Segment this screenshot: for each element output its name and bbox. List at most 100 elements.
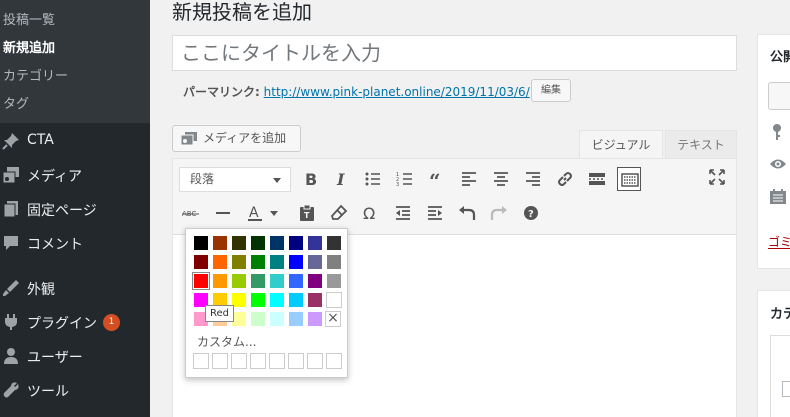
eraser-icon xyxy=(330,204,348,220)
tab-visual[interactable]: ビジュアル xyxy=(579,130,663,160)
insert-link-button[interactable] xyxy=(553,167,577,191)
toolbar-toggle-button[interactable] xyxy=(617,167,641,191)
custom-color-slot[interactable] xyxy=(307,353,323,369)
help-button[interactable]: ? xyxy=(519,201,543,225)
sidebar-item-label: コメント xyxy=(27,237,83,253)
publish-panel: 公開 ゴミ xyxy=(757,34,790,269)
color-swatch[interactable] xyxy=(212,273,228,289)
post-title-input[interactable]: ここにタイトルを入力 xyxy=(172,35,737,71)
color-swatch[interactable] xyxy=(231,273,247,289)
sidebar-item-pages[interactable]: 固定ページ xyxy=(0,192,150,226)
sidebar-item-cta[interactable]: CTA xyxy=(0,124,150,158)
color-swatch[interactable] xyxy=(307,292,323,308)
color-swatch[interactable] xyxy=(193,254,209,270)
align-right-icon xyxy=(526,172,540,186)
special-character-button[interactable]: Ω xyxy=(359,201,383,225)
sidebar-item-appearance[interactable]: 外観 xyxy=(0,271,150,305)
submenu-item-tags[interactable]: タグ xyxy=(3,93,29,112)
sidebar-item-tools[interactable]: ツール xyxy=(0,373,150,407)
color-swatch[interactable] xyxy=(307,273,323,289)
redo-button[interactable] xyxy=(487,201,511,225)
italic-icon: I xyxy=(336,170,345,188)
sidebar-item-plugins[interactable]: プラグイン 1 xyxy=(0,305,150,339)
color-swatch[interactable] xyxy=(307,235,323,251)
edit-permalink-button[interactable]: 編集 xyxy=(531,79,571,102)
color-swatch[interactable] xyxy=(250,235,266,251)
color-swatch[interactable] xyxy=(288,235,304,251)
color-swatch[interactable] xyxy=(212,254,228,270)
remove-color-button[interactable]: × xyxy=(325,311,341,327)
align-left-button[interactable] xyxy=(457,167,481,191)
add-media-label: メディアを追加 xyxy=(203,131,287,145)
color-swatch[interactable] xyxy=(307,254,323,270)
custom-color-slot[interactable] xyxy=(269,353,285,369)
custom-color-slot[interactable] xyxy=(250,353,266,369)
trash-link[interactable]: ゴミ xyxy=(768,235,790,249)
tab-text[interactable]: テキスト xyxy=(665,130,737,160)
italic-button[interactable]: I xyxy=(329,167,353,191)
color-swatch[interactable] xyxy=(231,254,247,270)
outdent-button[interactable] xyxy=(391,201,415,225)
numbered-list-button[interactable]: 123 xyxy=(393,167,417,191)
bold-button[interactable]: B xyxy=(298,167,322,191)
format-select[interactable]: 段落 xyxy=(179,167,291,192)
submenu-item-add-new[interactable]: 新規追加 xyxy=(3,37,55,56)
clear-formatting-button[interactable] xyxy=(327,201,351,225)
sidebar-item-label: 固定ページ xyxy=(27,203,97,219)
undo-button[interactable] xyxy=(455,201,479,225)
custom-color-slot[interactable] xyxy=(288,353,304,369)
sidebar-item-users[interactable]: ユーザー xyxy=(0,339,150,373)
color-swatch[interactable] xyxy=(288,273,304,289)
read-more-button[interactable] xyxy=(585,167,609,191)
text-color-dropdown[interactable] xyxy=(267,201,281,225)
align-right-button[interactable] xyxy=(521,167,545,191)
color-swatch[interactable] xyxy=(307,311,323,327)
submenu-item-all-posts[interactable]: 投稿一覧 xyxy=(3,9,55,28)
color-swatch[interactable] xyxy=(269,235,285,251)
custom-color-slot[interactable] xyxy=(193,353,209,369)
fullscreen-button[interactable] xyxy=(705,165,729,189)
color-swatch[interactable] xyxy=(250,311,266,327)
horizontal-line-button[interactable] xyxy=(211,201,235,225)
align-center-button[interactable] xyxy=(489,167,513,191)
color-swatch[interactable] xyxy=(193,235,209,251)
svg-text:3: 3 xyxy=(396,182,399,188)
indent-button[interactable] xyxy=(423,201,447,225)
permalink-url[interactable]: http://www.pink-planet.online/2019/11/03… xyxy=(264,85,530,99)
color-swatch[interactable] xyxy=(231,235,247,251)
color-swatch[interactable] xyxy=(288,311,304,327)
text-color-button[interactable]: A xyxy=(243,201,267,225)
color-swatch[interactable] xyxy=(269,273,285,289)
color-swatch[interactable] xyxy=(326,292,342,308)
color-swatch[interactable] xyxy=(269,311,285,327)
add-media-button[interactable]: メディアを追加 xyxy=(172,125,301,152)
custom-color-label[interactable]: カスタム... xyxy=(197,333,256,350)
color-swatch[interactable] xyxy=(192,272,210,290)
color-swatch[interactable] xyxy=(288,254,304,270)
color-swatch[interactable] xyxy=(269,254,285,270)
paste-as-text-button[interactable]: T xyxy=(295,201,319,225)
color-swatch[interactable] xyxy=(326,273,342,289)
custom-color-slot[interactable] xyxy=(231,353,247,369)
custom-color-slot[interactable] xyxy=(212,353,228,369)
color-swatch[interactable] xyxy=(269,292,285,308)
submenu-item-categories[interactable]: カテゴリー xyxy=(3,65,68,84)
color-swatch[interactable] xyxy=(288,292,304,308)
save-draft-button[interactable] xyxy=(768,82,790,110)
sidebar-item-comments[interactable]: コメント xyxy=(0,226,150,260)
color-swatch[interactable] xyxy=(250,273,266,289)
sidebar-item-label: プラグイン xyxy=(27,316,97,332)
color-swatch[interactable] xyxy=(326,254,342,270)
blockquote-button[interactable]: “ xyxy=(425,167,449,191)
help-icon: ? xyxy=(524,206,538,220)
custom-color-slot[interactable] xyxy=(326,353,342,369)
color-swatch[interactable] xyxy=(326,235,342,251)
color-swatch[interactable] xyxy=(212,235,228,251)
category-checkbox[interactable] xyxy=(782,381,790,397)
color-swatch[interactable] xyxy=(250,254,266,270)
strikethrough-button[interactable]: ABC xyxy=(179,201,203,225)
sidebar-item-label: CTA xyxy=(27,132,54,148)
color-swatch[interactable] xyxy=(250,292,266,308)
sidebar-item-media[interactable]: メディア xyxy=(0,158,150,192)
bullet-list-button[interactable] xyxy=(361,167,385,191)
